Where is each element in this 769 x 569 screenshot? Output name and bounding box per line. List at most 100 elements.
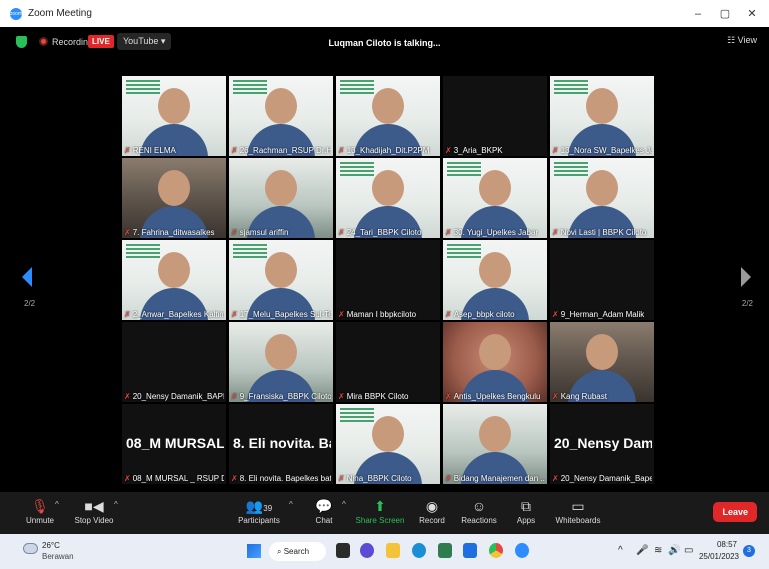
participant-display-name: 8. Eli novita. Ba...: [233, 435, 331, 451]
apps-icon: ⧉: [521, 498, 531, 514]
store-app-icon[interactable]: [438, 543, 452, 558]
chat-options-chevron-icon[interactable]: ^: [342, 500, 346, 509]
share-screen-button[interactable]: ⬆ Share Screen: [350, 496, 410, 525]
participant-video: [443, 76, 547, 156]
file-explorer-icon[interactable]: [386, 543, 400, 558]
participant-tile[interactable]: ✗ 2_Anwar_Bapelkes Kaltim: [122, 240, 226, 320]
participant-tile[interactable]: ✗ Antis_Upelkes Bengkulu: [443, 322, 547, 402]
participant-name-label: ✗20_Nensy Damanik_BAPE...: [124, 392, 224, 401]
participant-tile[interactable]: ✗ Bidang Manajemen dan ...: [443, 404, 547, 484]
unmute-button[interactable]: 🎙 Unmute: [10, 496, 70, 525]
speaker-icon[interactable]: 🔊: [668, 545, 680, 556]
participant-tile[interactable]: ✗ Asep_bbpk ciloto: [443, 240, 547, 320]
weather-description[interactable]: Berawan: [42, 552, 74, 561]
view-button[interactable]: ☷ View: [727, 35, 757, 46]
participant-tile[interactable]: ✗ 13_Khadijah_Dit.P2PM: [336, 76, 440, 156]
mic-muted-icon: ✗: [445, 228, 452, 237]
window-titlebar: zoom Zoom Meeting – ▢ ✕: [0, 0, 769, 27]
participant-avatar: [479, 252, 511, 288]
tray-chevron-icon[interactable]: ^: [618, 545, 623, 556]
participant-tile[interactable]: ✗ 30. Yugi_Upelkes Jabar: [443, 158, 547, 238]
participant-tile[interactable]: ✗ sjamsul ariffin: [229, 158, 333, 238]
restore-button[interactable]: ▢: [712, 0, 738, 27]
apps-button[interactable]: ⧉ Apps: [496, 496, 556, 525]
windows-taskbar: 26°C Berawan ⌕ Search ^ 🎤 ≋ 🔊 ▭ 08:57 25…: [0, 534, 769, 569]
participant-tile[interactable]: ✗ 9_Fransiska_BBPK Ciloto: [229, 322, 333, 402]
participant-avatar: [479, 170, 511, 206]
wifi-icon[interactable]: ≋: [654, 545, 662, 556]
zoom-logo-icon: zoom: [10, 7, 22, 20]
participant-tile[interactable]: 20_Nensy Dama... ✗20_Nensy Damanik_Bapel.…: [550, 404, 654, 484]
close-button[interactable]: ✕: [739, 0, 765, 27]
taskbar-search-box[interactable]: ⌕ Search: [269, 542, 326, 561]
mic-muted-icon: ✗: [338, 392, 345, 401]
participant-name-label: ✗13_Nora SW_Bapelkes Jat...: [552, 146, 652, 155]
participant-tile[interactable]: ✗13_Nora SW_Bapelkes Jat...: [550, 76, 654, 156]
participant-tile[interactable]: 08_M MURSAL... ✗08_M MURSAL _ RSUP Dr ...: [122, 404, 226, 484]
pinned-app-icon[interactable]: [463, 543, 477, 558]
participant-name-label: ✗ sjamsul ariffin: [231, 228, 331, 237]
leave-button[interactable]: Leave: [713, 502, 757, 522]
participant-tile[interactable]: ✗ Nina_BBPK Ciloto: [336, 404, 440, 484]
participant-name: sjamsul ariffin: [239, 228, 289, 237]
participant-video: [550, 76, 654, 156]
mic-muted-icon: ✗: [338, 310, 345, 319]
meeting-topbar: Recording LIVE YouTube ▾ Luqman Ciloto i…: [0, 27, 769, 57]
participant-tile[interactable]: ✗ 9_Herman_Adam Malik: [550, 240, 654, 320]
zoom-app-icon[interactable]: [515, 543, 529, 558]
participant-tile[interactable]: ✗ 7. Fahrina_ditwasalkes: [122, 158, 226, 238]
whiteboards-button[interactable]: ▭ Whiteboards: [548, 496, 608, 525]
participant-avatar: [158, 88, 190, 124]
mic-muted-icon: ✗: [445, 474, 452, 483]
participant-video: [443, 404, 547, 484]
participant-tile[interactable]: ✗ 3_Aria_BKPK: [443, 76, 547, 156]
participant-name: Bidang Manajemen dan ...: [453, 474, 545, 483]
participant-name: 9_Fransiska_BBPK Ciloto: [239, 392, 331, 401]
participant-tile[interactable]: ✗ Maman I bbpkciloto: [336, 240, 440, 320]
mic-muted-icon: ✗: [231, 392, 238, 401]
cloud-weather-icon[interactable]: [23, 543, 38, 554]
audio-options-chevron-icon[interactable]: ^: [55, 500, 59, 509]
next-page-arrow-icon[interactable]: [741, 267, 751, 287]
participant-avatar: [265, 88, 297, 124]
edge-browser-icon[interactable]: [412, 543, 426, 558]
record-label: Record: [419, 516, 445, 525]
mic-muted-icon: ✗: [338, 146, 345, 155]
mic-muted-icon: ✗: [231, 228, 238, 237]
participant-tile[interactable]: ✗ Mira BBPK Ciloto: [336, 322, 440, 402]
participant-tile[interactable]: 8. Eli novita. Ba... ✗8. Eli novita. Bape…: [229, 404, 333, 484]
clock-time[interactable]: 08:57: [717, 540, 737, 549]
task-view-icon[interactable]: [336, 543, 350, 558]
participant-tile[interactable]: ✗ Kang Rubast: [550, 322, 654, 402]
participant-tile[interactable]: ✗26_Rachman_RSUP Dr.Ha...: [229, 76, 333, 156]
participant-name-label: ✗ 7. Fahrina_ditwasalkes: [124, 228, 224, 237]
participant-avatar: [586, 170, 618, 206]
participant-video: [336, 240, 440, 320]
weather-temperature[interactable]: 26°C: [42, 541, 60, 550]
participant-tile[interactable]: ✗20_Nensy Damanik_BAPE...: [122, 322, 226, 402]
participant-name-label: ✗ 9_Herman_Adam Malik: [552, 310, 652, 319]
participant-tile[interactable]: ✗ Novi Lasti | BBPK Ciloto: [550, 158, 654, 238]
teams-chat-icon[interactable]: [360, 543, 374, 558]
participant-name-label: ✗ 30. Yugi_Upelkes Jabar: [445, 228, 545, 237]
participant-tile[interactable]: ✗ RENI ELMA: [122, 76, 226, 156]
participant-avatar: [158, 170, 190, 206]
participants-icon: 👥39: [245, 498, 273, 514]
participants-button[interactable]: 👥39 Participants: [229, 496, 289, 525]
participant-tile[interactable]: ✗ 17_Melu_Bapelkes Sul-Te...: [229, 240, 333, 320]
clock-date[interactable]: 25/01/2023: [699, 552, 739, 561]
minimize-button[interactable]: –: [685, 0, 711, 27]
participant-tile[interactable]: ✗ 24_Tari_BBPK Ciloto: [336, 158, 440, 238]
previous-page-arrow-icon[interactable]: [22, 267, 32, 287]
video-options-chevron-icon[interactable]: ^: [114, 500, 118, 509]
participant-name: 20_Nensy Damanik_Bapel...: [560, 474, 652, 483]
participant-video: [229, 158, 333, 238]
notification-badge[interactable]: 3: [743, 545, 755, 557]
participant-name: Mira BBPK Ciloto: [346, 392, 409, 401]
battery-icon[interactable]: ▭: [684, 545, 693, 556]
participants-options-chevron-icon[interactable]: ^: [289, 500, 293, 509]
participant-name: 7. Fahrina_ditwasalkes: [132, 228, 215, 237]
windows-start-icon[interactable]: [247, 544, 261, 558]
chrome-browser-icon[interactable]: [489, 543, 503, 558]
microphone-tray-icon[interactable]: 🎤: [636, 545, 648, 556]
